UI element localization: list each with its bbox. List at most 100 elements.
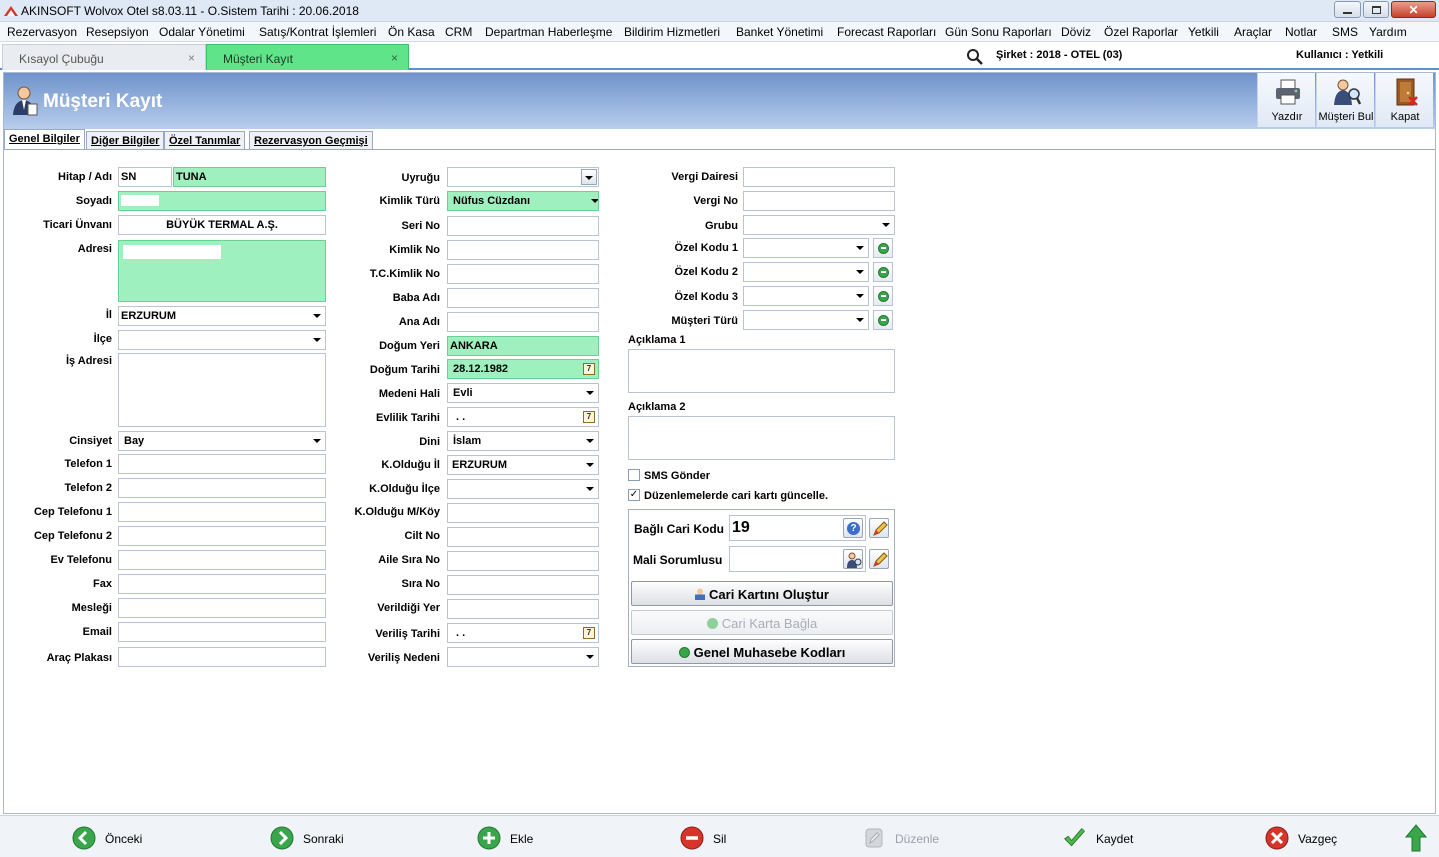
menu-bildirim[interactable]: Bildirim Hizmetleri bbox=[624, 25, 720, 39]
arrow-up-icon[interactable] bbox=[1405, 824, 1427, 852]
ekle-button[interactable]: Ekle bbox=[477, 826, 537, 850]
verilis-nedeni-select[interactable] bbox=[447, 647, 599, 667]
soyadi-field[interactable] bbox=[118, 191, 326, 211]
musteri-turu-select[interactable] bbox=[743, 310, 869, 330]
fax-field[interactable] bbox=[118, 574, 326, 594]
search-icon[interactable] bbox=[966, 48, 983, 65]
telefon1-field[interactable] bbox=[118, 454, 326, 474]
dini-select[interactable]: İslam bbox=[447, 431, 599, 451]
menu-on-kasa[interactable]: Ön Kasa bbox=[388, 25, 435, 39]
seri-no-field[interactable] bbox=[447, 216, 599, 236]
find-customer-button[interactable]: Müşteri Bul bbox=[1316, 73, 1374, 127]
menu-forecast[interactable]: Forecast Raporları bbox=[837, 25, 936, 39]
vergi-dairesi-field[interactable] bbox=[743, 167, 895, 187]
dogum-tarihi-field[interactable]: 28.12.1982 7 bbox=[447, 359, 599, 379]
verilis-tarihi-field[interactable]: . . 7 bbox=[447, 623, 599, 643]
print-button[interactable]: Yazdır bbox=[1257, 73, 1315, 127]
menu-notlar[interactable]: Notlar bbox=[1285, 25, 1317, 39]
k-mkoy-field[interactable] bbox=[447, 503, 599, 523]
dropdown-button[interactable] bbox=[581, 169, 597, 185]
menu-rezervasyon[interactable]: Rezervasyon bbox=[7, 25, 77, 39]
close-tab-icon[interactable]: × bbox=[188, 51, 195, 65]
aciklama-2-field[interactable] bbox=[628, 416, 895, 460]
ilce-select[interactable] bbox=[118, 330, 326, 350]
menu-araclar[interactable]: Araçlar bbox=[1234, 25, 1272, 39]
dogum-yeri-field[interactable]: ANKARA bbox=[447, 336, 599, 356]
aile-sira-field[interactable] bbox=[447, 551, 599, 571]
ozel-kodu-3-select[interactable] bbox=[743, 286, 869, 306]
onceki-button[interactable]: Önceki bbox=[72, 826, 142, 850]
cep2-field[interactable] bbox=[118, 526, 326, 546]
add-ozel-kodu-2-button[interactable] bbox=[873, 262, 893, 282]
menu-resepsiyon[interactable]: Resepsiyon bbox=[86, 25, 149, 39]
close-window-button[interactable]: ✕ bbox=[1391, 1, 1436, 18]
ticari-unvan-field[interactable]: BÜYÜK TERMAL A.Ş. bbox=[118, 215, 326, 235]
vazgec-button[interactable]: Vazgeç bbox=[1265, 826, 1337, 850]
grubu-select[interactable] bbox=[743, 215, 895, 235]
sira-no-field[interactable] bbox=[447, 575, 599, 595]
kaydet-button[interactable]: Kaydet bbox=[1063, 826, 1138, 850]
cilt-no-field[interactable] bbox=[447, 527, 599, 547]
arac-plakasi-field[interactable] bbox=[118, 647, 326, 667]
sil-button[interactable]: Sil bbox=[680, 826, 730, 850]
minimize-button[interactable] bbox=[1334, 1, 1361, 18]
baba-adi-field[interactable] bbox=[447, 288, 599, 308]
k-ilce-select[interactable] bbox=[447, 479, 599, 499]
menu-departman[interactable]: Departman Haberleşme bbox=[485, 25, 612, 39]
tab-rezervasyon-gecmisi[interactable]: Rezervasyon Geçmişi bbox=[249, 131, 373, 150]
close-tab-icon[interactable]: × bbox=[391, 51, 398, 65]
kimlik-turu-select[interactable]: Nüfus Cüzdanı bbox=[447, 191, 599, 211]
tc-kimlik-field[interactable] bbox=[447, 264, 599, 284]
close-form-button[interactable]: Kapat bbox=[1375, 73, 1433, 127]
il-select[interactable]: ERZURUM bbox=[118, 306, 326, 326]
menu-gun-sonu[interactable]: Gün Sonu Raporları bbox=[945, 25, 1052, 39]
evlilik-tarihi-field[interactable]: . . 7 bbox=[447, 407, 599, 427]
uyrugu-select[interactable] bbox=[447, 167, 599, 187]
telefon2-field[interactable] bbox=[118, 478, 326, 498]
ana-adi-field[interactable] bbox=[447, 312, 599, 332]
duzenle-guncelle-checkbox[interactable]: ✓ bbox=[628, 489, 640, 501]
calendar-icon[interactable]: 7 bbox=[583, 627, 595, 639]
menu-ozel-raporlar[interactable]: Özel Raporlar bbox=[1104, 25, 1178, 39]
maximize-button[interactable] bbox=[1363, 1, 1389, 18]
menu-doviz[interactable]: Döviz bbox=[1061, 25, 1091, 39]
meslegi-field[interactable] bbox=[118, 598, 326, 618]
tab-kisayol[interactable]: Kısayol Çubuğu × bbox=[2, 44, 206, 70]
cinsiyet-select[interactable]: Bay bbox=[118, 431, 326, 451]
sonraki-button[interactable]: Sonraki bbox=[270, 826, 345, 850]
kimlik-no-field[interactable] bbox=[447, 240, 599, 260]
is-adresi-field[interactable] bbox=[118, 353, 326, 427]
cari-karti-olustur-button[interactable]: Cari Kartını Oluştur bbox=[631, 581, 893, 606]
ozel-kodu-1-select[interactable] bbox=[743, 238, 869, 258]
tab-diger-bilgiler[interactable]: Diğer Bilgiler bbox=[86, 131, 165, 150]
calendar-icon[interactable]: 7 bbox=[583, 363, 595, 375]
genel-muhasebe-button[interactable]: Genel Muhasebe Kodları bbox=[631, 639, 893, 664]
cari-edit-button[interactable] bbox=[869, 518, 889, 538]
add-ozel-kodu-1-button[interactable] bbox=[873, 238, 893, 258]
tab-ozel-tanimlar[interactable]: Özel Tanımlar bbox=[164, 131, 246, 150]
tab-genel-bilgiler[interactable]: Genel Bilgiler bbox=[4, 129, 85, 149]
calendar-icon[interactable]: 7 bbox=[583, 411, 595, 423]
menu-sms[interactable]: SMS bbox=[1332, 25, 1358, 39]
menu-yetkili[interactable]: Yetkili bbox=[1188, 25, 1219, 39]
k-il-select[interactable]: ERZURUM bbox=[447, 455, 599, 475]
adi-field[interactable]: TUNA bbox=[173, 167, 326, 187]
ev-telefonu-field[interactable] bbox=[118, 550, 326, 570]
hitap-field[interactable]: SN bbox=[118, 167, 172, 187]
ozel-kodu-2-select[interactable] bbox=[743, 262, 869, 282]
cep1-field[interactable] bbox=[118, 502, 326, 522]
add-ozel-kodu-3-button[interactable] bbox=[873, 286, 893, 306]
tab-musteri-kayit[interactable]: Müşteri Kayıt × bbox=[206, 44, 409, 70]
menu-yardim[interactable]: Yardım bbox=[1369, 25, 1407, 39]
sms-gonder-checkbox[interactable] bbox=[628, 469, 640, 481]
medeni-hali-select[interactable]: Evli bbox=[447, 383, 599, 403]
menu-odalar[interactable]: Odalar Yönetimi bbox=[159, 25, 245, 39]
menu-crm[interactable]: CRM bbox=[445, 25, 472, 39]
vergi-no-field[interactable] bbox=[743, 191, 895, 211]
add-musteri-turu-button[interactable] bbox=[873, 310, 893, 330]
adresi-field[interactable] bbox=[118, 240, 326, 302]
email-field[interactable] bbox=[118, 622, 326, 642]
mali-edit-button[interactable] bbox=[869, 549, 889, 569]
cari-help-button[interactable]: ? bbox=[843, 518, 863, 538]
menu-satis[interactable]: Satış/Kontrat İşlemleri bbox=[259, 25, 376, 39]
